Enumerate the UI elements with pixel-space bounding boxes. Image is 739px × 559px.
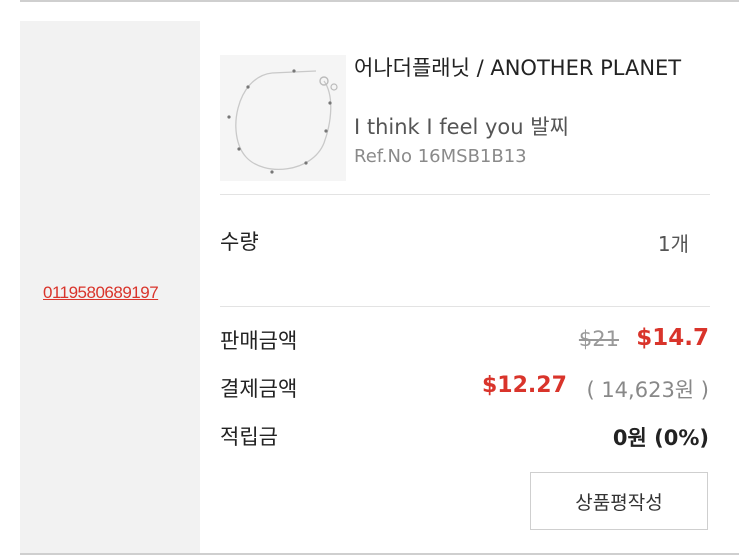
product-name[interactable]: I think I feel you 발찌 xyxy=(354,111,569,141)
points-value: 0원 (0%) xyxy=(612,426,709,450)
product-ref-number: Ref.No 16MSB1B13 xyxy=(354,146,527,167)
top-border xyxy=(20,0,739,2)
sale-price: $14.7 xyxy=(636,325,709,351)
write-review-button[interactable]: 상품평작성 xyxy=(530,472,708,530)
paid-amount: $12.27 xyxy=(482,373,567,398)
product-thumbnail[interactable] xyxy=(220,55,346,181)
paid-amount-label: 결제금액 xyxy=(220,377,298,401)
paid-amount-krw: ( 14,623원 ) xyxy=(586,378,709,402)
order-number-link[interactable]: 0119580689197 xyxy=(43,283,159,303)
quantity-label: 수량 xyxy=(220,230,259,254)
sale-price-label: 판매금액 xyxy=(220,329,298,353)
original-price: $21 xyxy=(578,327,619,351)
quantity-value: 1개 xyxy=(657,232,689,256)
product-brand[interactable]: 어나더플래닛 / ANOTHER PLANET xyxy=(354,56,684,80)
divider xyxy=(220,306,710,307)
divider xyxy=(220,194,710,195)
bottom-border xyxy=(20,553,739,555)
anklet-image xyxy=(227,69,338,174)
points-label: 적립금 xyxy=(220,425,278,449)
